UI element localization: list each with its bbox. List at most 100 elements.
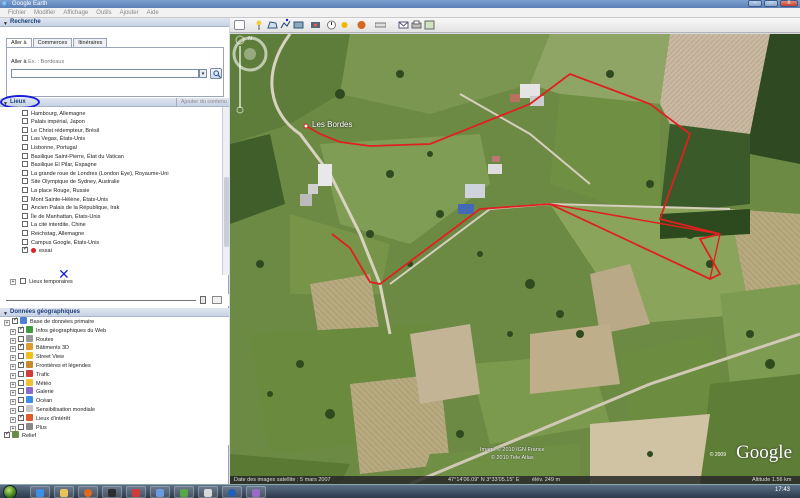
place-item[interactable]: Mont Sainte-Hélène, États-Unis [22, 195, 108, 204]
layer-item[interactable]: +Frontières et légendes [10, 360, 91, 370]
place-item[interactable]: Le Christ rédempteur, Brésil [22, 126, 99, 135]
layer-checkbox[interactable] [18, 370, 24, 377]
place-item[interactable]: Ancien Palais de la République, Irak [22, 204, 119, 212]
place-checkbox[interactable] [22, 169, 28, 176]
place-checkbox[interactable] [22, 135, 28, 142]
place-checkbox[interactable] [22, 195, 28, 202]
place-item[interactable]: essai [22, 247, 52, 255]
place-item[interactable]: Hambourg, Allemagne [22, 109, 85, 118]
search-button[interactable] [210, 68, 222, 79]
layer-item[interactable]: +Infos géographiques du Web [10, 325, 106, 335]
placemark-button[interactable] [254, 20, 265, 30]
zoom-slider[interactable] [230, 34, 250, 114]
layer-checkbox[interactable] [18, 342, 24, 351]
tab-fly-to[interactable]: Aller à [6, 38, 32, 47]
layer-checkbox[interactable] [18, 413, 24, 422]
place-checkbox[interactable] [22, 144, 28, 150]
clock[interactable]: 17:43 [775, 487, 790, 493]
taskbar-google-earth[interactable] [222, 486, 242, 498]
layer-checkbox[interactable] [4, 430, 10, 439]
place-item[interactable]: Reichstag, Allemagne [22, 230, 84, 238]
menu-help[interactable]: Aide [143, 8, 163, 17]
layer-checkbox[interactable] [18, 423, 24, 430]
email-button[interactable] [398, 20, 409, 30]
ruler-button[interactable] [374, 20, 387, 30]
layer-checkbox[interactable] [18, 397, 24, 404]
opacity-slider-thumb[interactable] [200, 296, 206, 304]
tab-directions[interactable]: Itinéraires [73, 38, 108, 47]
place-checkbox[interactable] [22, 230, 28, 236]
sidebar-toggle-button[interactable] [234, 20, 245, 30]
place-item[interactable]: Las Vegas, États-Unis [22, 135, 85, 143]
layer-item[interactable]: +Bâtiments 3D [10, 342, 69, 353]
places-panel-header[interactable]: ▼ Lieux Ajouter du contenu [0, 95, 229, 109]
print-button[interactable] [411, 20, 422, 30]
taskbar-app-3[interactable] [174, 486, 194, 498]
temporary-places-item[interactable]: + Lieux temporaires [10, 278, 73, 286]
layer-checkbox[interactable] [18, 406, 24, 412]
search-input[interactable] [11, 69, 199, 78]
layer-checkbox[interactable] [18, 325, 24, 334]
layer-checkbox[interactable] [18, 360, 24, 369]
place-item[interactable]: La place Rouge, Russie [22, 187, 89, 195]
record-tour-button[interactable] [310, 20, 321, 30]
place-checkbox[interactable] [22, 187, 28, 193]
layer-item[interactable]: + Plus [10, 422, 47, 432]
expand-icon[interactable]: + [10, 279, 16, 285]
layer-item[interactable]: + Galerie [10, 387, 54, 397]
place-item[interactable]: La grande roue de Londres (London Eye), … [22, 169, 169, 178]
polygon-button[interactable] [267, 20, 278, 30]
place-checkbox[interactable] [22, 109, 28, 116]
planet-switch-button[interactable] [356, 20, 367, 30]
tour-button[interactable] [212, 296, 222, 304]
menu-add[interactable]: Ajouter [116, 8, 143, 17]
map-view[interactable]: Les Bordes N Image © 2010 IGN France © 2… [230, 34, 800, 484]
menu-tools[interactable]: Outils [92, 8, 115, 17]
placemark-label[interactable]: Les Bordes [312, 120, 352, 129]
place-item[interactable]: Basilique Saint-Pierre, État du Vatican [22, 152, 124, 161]
add-content-button[interactable]: Ajouter du contenu [175, 98, 227, 107]
place-checkbox[interactable] [22, 247, 28, 254]
layer-checkbox[interactable] [18, 353, 24, 360]
place-checkbox[interactable] [22, 118, 28, 125]
taskbar-media[interactable] [102, 486, 122, 498]
place-checkbox[interactable] [22, 178, 28, 185]
taskbar-app-5[interactable] [246, 486, 266, 498]
historical-imagery-button[interactable] [326, 20, 337, 30]
maximize-button[interactable]: □ [764, 0, 778, 7]
place-item[interactable]: La cité interdite, Chine [22, 221, 86, 229]
checkbox[interactable] [19, 278, 26, 284]
taskbar-app-2[interactable] [150, 486, 170, 498]
start-button[interactable] [3, 485, 17, 498]
layer-item[interactable]: Relief [4, 430, 36, 440]
taskbar-firefox[interactable] [78, 486, 98, 498]
taskbar-app-4[interactable] [198, 486, 218, 498]
place-checkbox[interactable] [22, 152, 28, 159]
view-in-maps-button[interactable] [424, 20, 435, 30]
opacity-slider-track[interactable] [6, 300, 196, 301]
place-checkbox[interactable] [22, 221, 28, 228]
place-checkbox[interactable] [22, 204, 28, 211]
layer-checkbox[interactable] [18, 335, 24, 342]
place-checkbox[interactable] [22, 161, 28, 168]
menu-file[interactable]: Fichier [4, 8, 30, 17]
search-panel-header[interactable]: ▼ Recherche [0, 18, 229, 27]
taskbar-app[interactable] [126, 486, 146, 498]
minimize-button[interactable]: – [748, 0, 762, 7]
menu-view[interactable]: Affichage [59, 8, 92, 17]
place-item[interactable]: Lisbonne, Portugal [22, 144, 77, 152]
layer-item[interactable]: + Trafic [10, 369, 50, 379]
place-item[interactable]: Île de Manhattan, États-Unis [22, 212, 100, 221]
layer-checkbox[interactable] [12, 316, 18, 325]
scrollbar-thumb[interactable] [224, 177, 229, 247]
taskbar-ie[interactable] [30, 486, 50, 498]
tab-businesses[interactable]: Commerces [32, 38, 73, 47]
place-checkbox[interactable] [22, 126, 28, 133]
menu-edit[interactable]: Modifier [30, 8, 59, 17]
layer-checkbox[interactable] [18, 388, 24, 395]
layer-item[interactable]: + Océan [10, 396, 52, 406]
layer-checkbox[interactable] [18, 379, 24, 386]
place-checkbox[interactable] [22, 238, 28, 245]
sunlight-button[interactable] [339, 20, 350, 30]
layers-panel-header[interactable]: ▼ Données géographiques [0, 308, 229, 317]
